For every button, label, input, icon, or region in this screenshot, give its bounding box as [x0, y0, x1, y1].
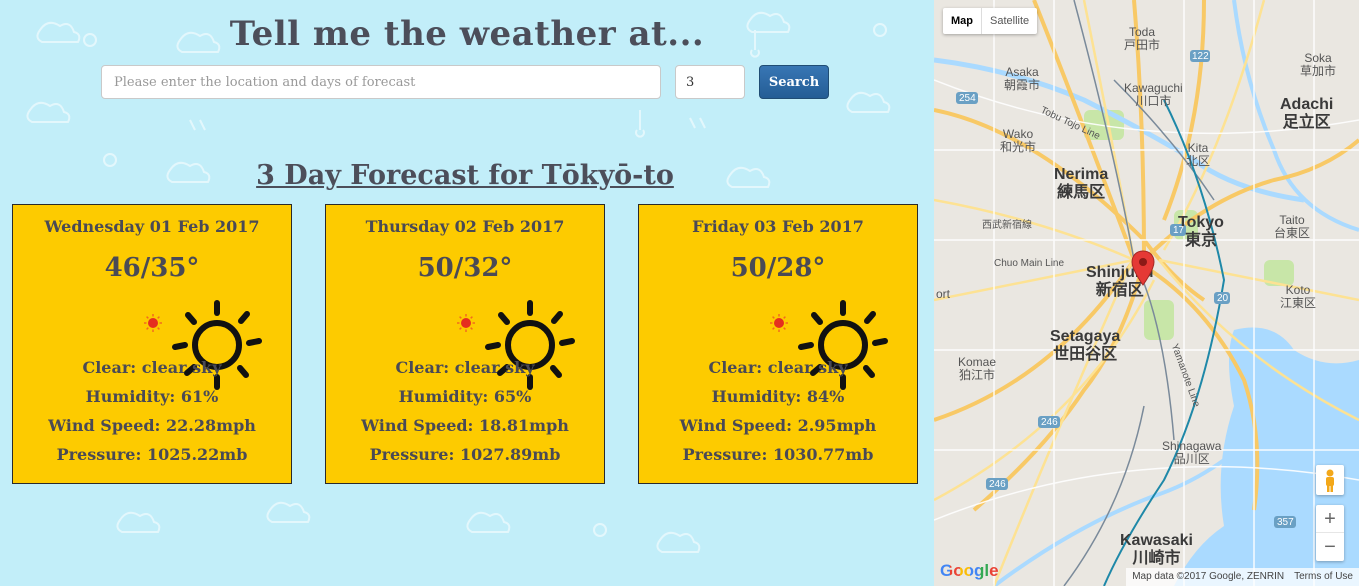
route-shield-122: 122: [1192, 51, 1209, 62]
forecast-pressure: Pressure: 1030.77mb: [682, 445, 874, 464]
map-label-kawaguchi: Kawaguchi 川口市: [1124, 81, 1183, 109]
zoom-in-button[interactable]: +: [1316, 505, 1344, 533]
map-label-komae: Komae 狛江市: [958, 355, 997, 383]
forecast-date: Thursday 02 Feb 2017: [365, 217, 565, 236]
location-pin-icon[interactable]: [1131, 250, 1155, 286]
map-label-kawasaki: Kawasaki 川崎市: [1120, 532, 1193, 567]
map-label-toda: Toda 戸田市: [1124, 25, 1161, 53]
route-shield-357: 357: [1277, 517, 1294, 528]
map-label-adachi: Adachi 足立区: [1280, 96, 1334, 131]
forecast-wind-speed: Wind Speed: 22.28mph: [48, 416, 256, 435]
route-shield-20: 20: [1217, 293, 1229, 304]
route-shield-254: 254: [959, 93, 976, 104]
forecast-humidity: Humidity: 65%: [398, 387, 532, 406]
sun-icon: [172, 300, 262, 390]
forecast-card: Thursday 02 Feb 2017 50/32° Clear: clear…: [325, 204, 605, 484]
map-label-chuo-line: Chuo Main Line: [994, 258, 1065, 269]
map-label-koto: Koto 江東区: [1280, 283, 1317, 311]
forecast-days-input[interactable]: [675, 65, 745, 99]
forecast-date: Wednesday 01 Feb 2017: [44, 217, 260, 236]
forecast-description: Clear: clear sky: [395, 358, 535, 377]
page-title: Tell me the weather at...: [229, 14, 705, 54]
map-label-tokyo: Tokyo 東京: [1178, 214, 1224, 249]
map-label-taito: Taito 台東区: [1274, 213, 1311, 241]
map-attribution: Map data ©2017 Google, ZENRIN Terms of U…: [1126, 568, 1359, 586]
map-type-satellite-button[interactable]: Satellite: [981, 8, 1037, 34]
forecast-description: Clear: clear sky: [82, 358, 222, 377]
map-data-credit: Map data ©2017 Google, ZENRIN: [1132, 571, 1285, 582]
map-label-nerima: Nerima 練馬区: [1054, 166, 1109, 201]
forecast-card: Friday 03 Feb 2017 50/28° Clear: clear s…: [638, 204, 918, 484]
map-label-kita: Kita 北区: [1186, 141, 1211, 169]
forecast-temperature: 46/35°: [104, 253, 200, 283]
small-sun-icon: [770, 314, 788, 332]
forecast-wind-speed: Wind Speed: 18.81mph: [361, 416, 569, 435]
forecast-wind-speed: Wind Speed: 2.95mph: [679, 416, 877, 435]
small-sun-icon: [457, 314, 475, 332]
map-label-setagaya: Setagaya 世田谷区: [1050, 328, 1121, 363]
street-view-pegman-icon[interactable]: [1316, 465, 1344, 495]
forecast-temperature: 50/28°: [730, 253, 826, 283]
google-logo: Google: [940, 561, 999, 580]
search-button[interactable]: Search: [759, 65, 829, 99]
map-label-ort: ort: [936, 287, 951, 301]
forecast-humidity: Humidity: 84%: [711, 387, 845, 406]
route-shield-17: 17: [1173, 225, 1185, 236]
zoom-out-button[interactable]: −: [1316, 533, 1344, 561]
location-search-input[interactable]: [101, 65, 661, 99]
forecast-temperature: 50/32°: [417, 253, 513, 283]
sun-icon: [798, 300, 888, 390]
forecast-card: Wednesday 01 Feb 2017 46/35° Clear: clea…: [12, 204, 292, 484]
map-label-seibu-line: 西武新宿線: [982, 220, 1032, 231]
google-map[interactable]: Toda 戸田市 Soka 草加市 Asaka 朝霞市 Kawaguchi 川口市 Ad…: [934, 0, 1359, 586]
forecast-humidity: Humidity: 61%: [85, 387, 219, 406]
weather-app: Tell me the weather at... Search 3 Day F…: [0, 0, 934, 586]
map-label-soka: Soka 草加市: [1300, 51, 1337, 79]
forecast-description: Clear: clear sky: [708, 358, 848, 377]
route-shield-246: 246: [1041, 417, 1058, 428]
map-type-control: Map Satellite: [943, 8, 1038, 34]
forecast-pressure: Pressure: 1027.89mb: [369, 445, 561, 464]
terms-of-use-link[interactable]: Terms of Use: [1294, 571, 1353, 583]
zoom-control: + −: [1316, 505, 1344, 561]
small-sun-icon: [144, 314, 162, 332]
forecast-date: Friday 03 Feb 2017: [692, 217, 864, 236]
forecast-heading: 3 Day Forecast for Tōkyō-to: [256, 160, 674, 191]
map-label-wako: Wako 和光市: [1000, 127, 1037, 155]
sun-icon: [485, 300, 575, 390]
route-shield-246b: 246: [989, 479, 1006, 490]
map-type-map-button[interactable]: Map: [943, 8, 981, 34]
forecast-pressure: Pressure: 1025.22mb: [56, 445, 248, 464]
map-label-shinagawa: Shinagawa 品川区: [1162, 439, 1222, 467]
map-label-asaka: Asaka 朝霞市: [1004, 65, 1041, 93]
